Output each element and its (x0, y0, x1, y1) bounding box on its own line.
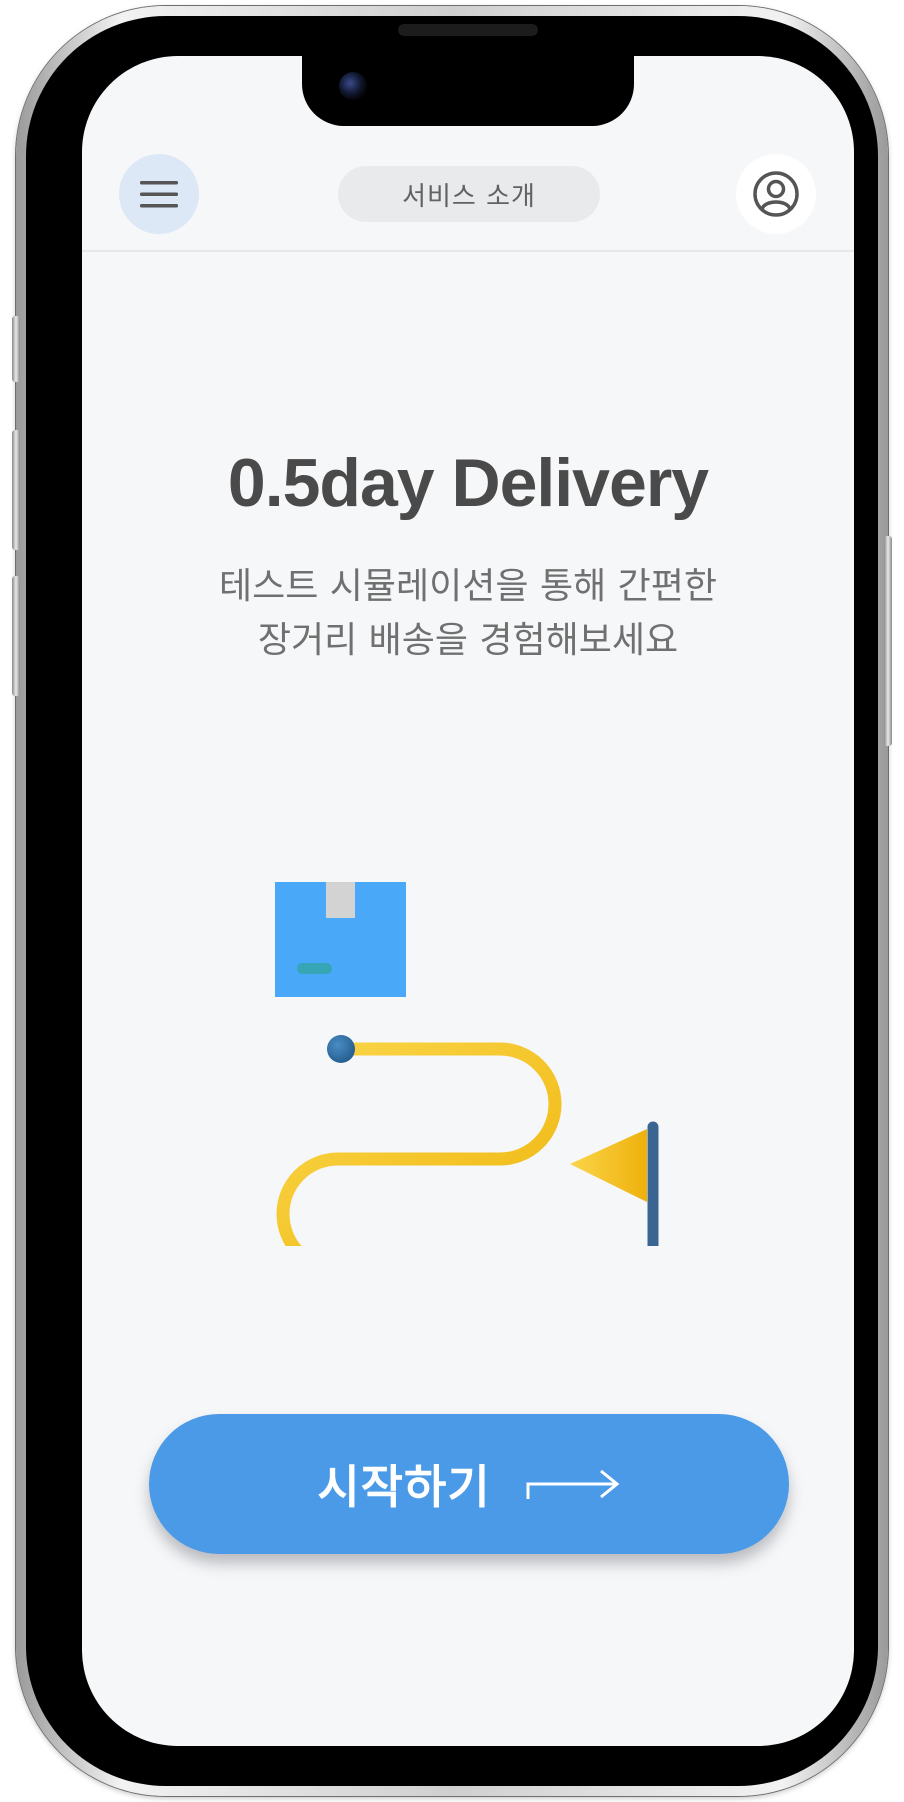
start-button-label: 시작하기 (317, 1460, 491, 1514)
delivery-illustration (262, 846, 682, 1281)
volume-down-button (12, 576, 20, 696)
hero-title: 0.5day Delivery (227, 445, 709, 521)
phone-frame: 서비스 소개 0.5day Delivery 테스트 시뮬레이션을 통해 간편한… (12, 6, 892, 1796)
earpiece-speaker (398, 24, 538, 36)
page-title: 서비스 소개 (338, 166, 600, 222)
destination-flag-icon (570, 1121, 659, 1270)
hero-subtitle-line-2: 장거리 배송을 경험해보세요 (257, 620, 679, 661)
profile-button[interactable] (736, 154, 816, 234)
hero-subtitle: 테스트 시뮬레이션을 통해 간편한 장거리 배송을 경험해보세요 (82, 560, 854, 668)
start-button[interactable]: 시작하기 (149, 1414, 789, 1554)
arrow-right-icon (526, 1469, 620, 1499)
package-box-icon (275, 882, 406, 997)
hero-subtitle-line-1: 테스트 시뮬레이션을 통해 간편한 (218, 566, 717, 607)
menu-button[interactable] (119, 154, 199, 234)
silent-switch (12, 316, 20, 382)
app-screen: 서비스 소개 0.5day Delivery 테스트 시뮬레이션을 통해 간편한… (82, 56, 854, 1746)
volume-up-button (12, 430, 20, 550)
app-header: 서비스 소개 (82, 56, 854, 252)
hamburger-menu-icon (140, 181, 178, 208)
user-profile-icon (753, 171, 799, 217)
power-button (884, 536, 892, 746)
delivery-illustration-svg (275, 882, 668, 1281)
delivery-route-icon (276, 1042, 562, 1276)
route-start-pin (327, 1035, 355, 1063)
